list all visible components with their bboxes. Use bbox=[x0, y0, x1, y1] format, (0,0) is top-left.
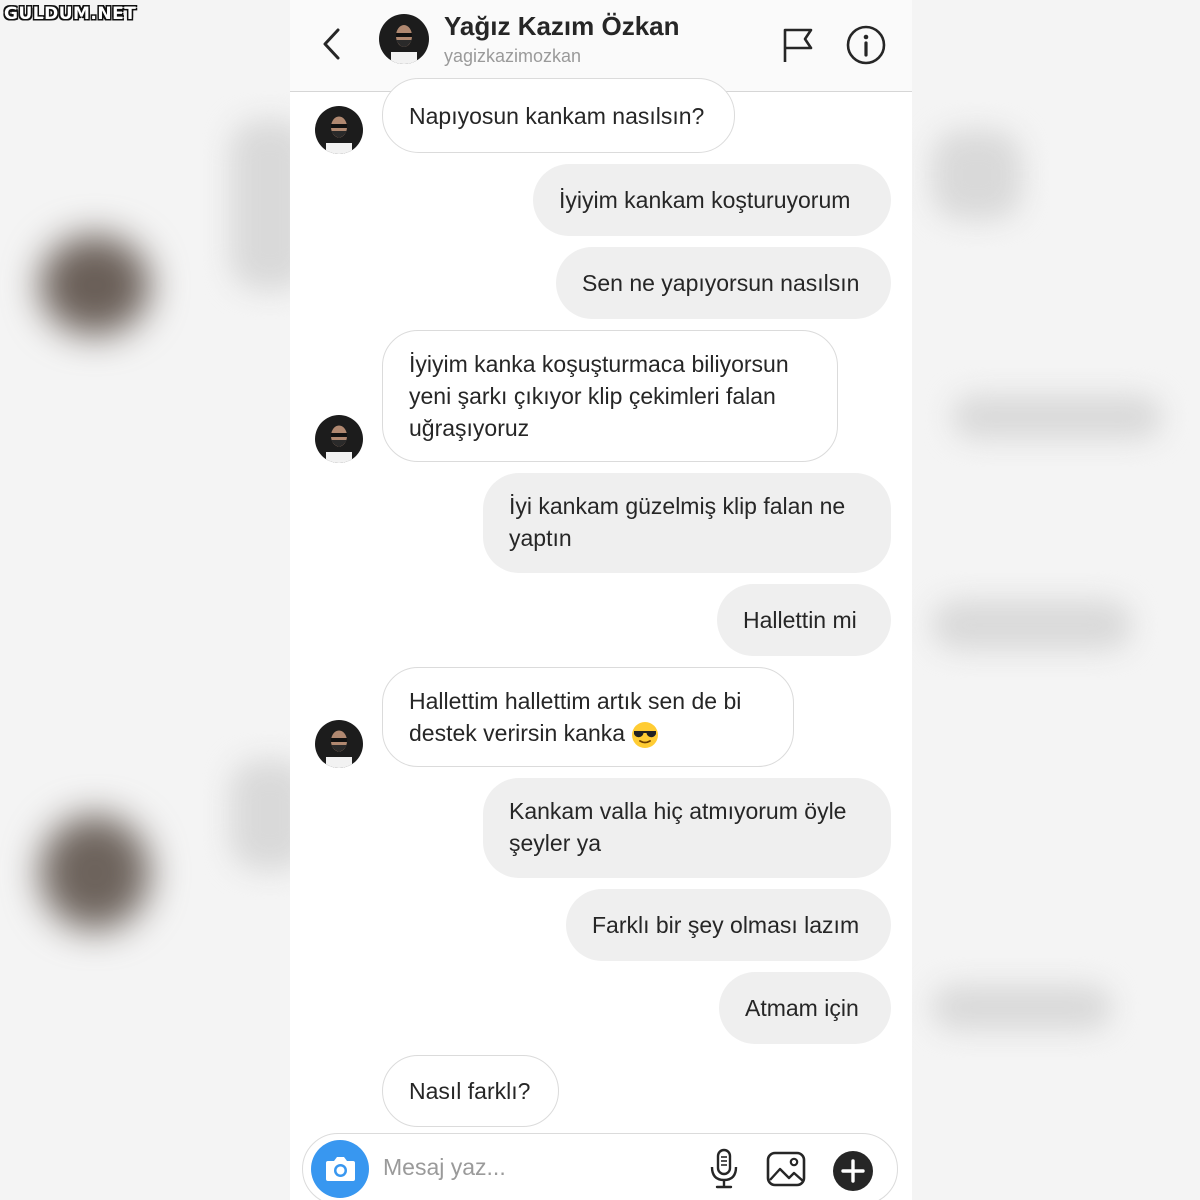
sender-avatar bbox=[315, 720, 363, 768]
gallery-button[interactable] bbox=[765, 1148, 807, 1190]
background-right bbox=[912, 0, 1200, 1200]
message-text: Hallettin mi bbox=[743, 607, 857, 633]
message-bubble-outgoing: İyi kankam güzelmiş klip falan ne yaptın bbox=[483, 473, 891, 573]
sender-avatar bbox=[315, 106, 363, 154]
more-options-button[interactable] bbox=[832, 1150, 874, 1192]
contact-username: yagizkazimozkan bbox=[444, 46, 582, 66]
message-bubble-outgoing: İyiyim kankam koşturuyorum bbox=[533, 164, 891, 236]
camera-button[interactable] bbox=[311, 1140, 369, 1198]
message-text: Kankam valla hiç atmıyorum öyle şeyler y… bbox=[509, 798, 847, 856]
message-bubble-incoming: Hallettim hallettim artık sen de bi dest… bbox=[382, 667, 794, 767]
image-icon bbox=[766, 1151, 806, 1187]
message-text: Nasıl farklı? bbox=[409, 1078, 531, 1104]
message-composer bbox=[302, 1133, 898, 1200]
message-input[interactable] bbox=[383, 1154, 683, 1181]
message-bubble-outgoing: Atmam için bbox=[719, 972, 891, 1044]
message-bubble-outgoing: Hallettin mi bbox=[717, 584, 891, 656]
watermark: GULDUM.NET bbox=[4, 4, 137, 24]
report-button[interactable] bbox=[781, 26, 817, 64]
message-bubble-incoming: İyiyim kanka koşuşturmaca biliyorsun yen… bbox=[382, 330, 838, 462]
message-text: İyi kankam güzelmiş klip falan ne yaptın bbox=[509, 493, 846, 551]
message-text: Sen ne yapıyorsun nasılsın bbox=[582, 270, 860, 296]
voice-message-button[interactable] bbox=[707, 1148, 741, 1190]
camera-icon bbox=[326, 1157, 355, 1181]
info-button[interactable] bbox=[845, 24, 887, 66]
message-text: Napıyosun kankam nasılsın? bbox=[409, 102, 705, 129]
message-text: Atmam için bbox=[745, 995, 859, 1021]
chevron-left-icon bbox=[323, 28, 340, 60]
message-bubble-incoming: Nasıl farklı? bbox=[382, 1055, 559, 1127]
flag-icon bbox=[783, 28, 813, 62]
message-bubble-outgoing: Farklı bir şey olması lazım bbox=[566, 889, 891, 961]
contact-name: Yağız Kazım Özkan bbox=[444, 11, 680, 41]
sunglasses-emoji bbox=[632, 721, 659, 748]
message-text: Hallettim hallettim artık sen de bi dest… bbox=[409, 685, 767, 749]
microphone-icon bbox=[710, 1148, 738, 1189]
message-text: İyiyim kanka koşuşturmaca biliyorsun yen… bbox=[409, 351, 789, 441]
chat-screen: Yağız Kazım Özkan yagizkazimozkan Napıyo… bbox=[290, 0, 912, 1200]
background-left bbox=[0, 0, 290, 1200]
plus-icon bbox=[833, 1151, 873, 1191]
message-bubble-incoming: Napıyosun kankam nasılsın? bbox=[382, 78, 735, 153]
info-icon bbox=[846, 25, 886, 65]
message-bubble-outgoing: Sen ne yapıyorsun nasılsın bbox=[556, 247, 891, 319]
message-text: İyiyim kankam koşturuyorum bbox=[559, 187, 851, 213]
message-bubble-outgoing: Kankam valla hiç atmıyorum öyle şeyler y… bbox=[483, 778, 891, 878]
back-button[interactable] bbox=[314, 24, 354, 64]
message-text: Farklı bir şey olması lazım bbox=[592, 912, 860, 938]
header-avatar[interactable] bbox=[379, 14, 429, 64]
sender-avatar bbox=[315, 415, 363, 463]
